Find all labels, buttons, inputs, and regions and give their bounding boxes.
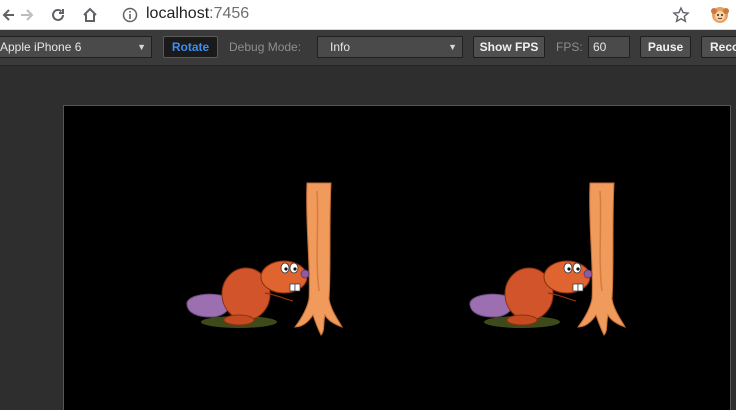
profile-avatar-icon[interactable] xyxy=(708,3,732,27)
record-button[interactable]: Reco xyxy=(701,36,736,58)
reload-icon[interactable] xyxy=(46,3,70,27)
device-select[interactable]: Apple iPhone 6 ▼ xyxy=(0,36,152,58)
browser-toolbar: localhost:7456 xyxy=(0,0,736,30)
url-port: :7456 xyxy=(209,5,250,22)
tree-trunk xyxy=(293,182,344,336)
fps-label: FPS: xyxy=(556,40,583,54)
beaver-tree-sprite xyxy=(186,182,344,336)
device-select-value: Apple iPhone 6 xyxy=(0,40,82,54)
rotate-button[interactable]: Rotate xyxy=(163,36,218,58)
debug-mode-value: Info xyxy=(330,40,351,54)
home-icon[interactable] xyxy=(78,3,102,27)
simulator-toolbar: Apple iPhone 6 ▼ Rotate Debug Mode: Info… xyxy=(0,30,736,66)
beaver-tree-sprite xyxy=(469,182,627,336)
forward-arrow-icon[interactable] xyxy=(14,3,38,27)
chevron-down-icon: ▼ xyxy=(448,42,457,52)
debug-mode-select[interactable]: Info ▼ xyxy=(317,36,463,58)
chevron-down-icon: ▼ xyxy=(137,42,146,52)
debug-mode-label: Debug Mode: xyxy=(229,40,302,54)
show-fps-button[interactable]: Show FPS xyxy=(473,36,545,58)
fps-input[interactable]: 60 xyxy=(588,36,630,58)
pause-button[interactable]: Pause xyxy=(640,36,691,58)
info-icon[interactable] xyxy=(118,3,142,27)
url-host: localhost xyxy=(146,5,210,22)
address-bar[interactable]: localhost:7456 xyxy=(146,4,249,24)
bookmark-star-icon[interactable] xyxy=(669,3,693,27)
tree-trunk xyxy=(576,182,627,336)
game-canvas[interactable] xyxy=(63,105,731,410)
